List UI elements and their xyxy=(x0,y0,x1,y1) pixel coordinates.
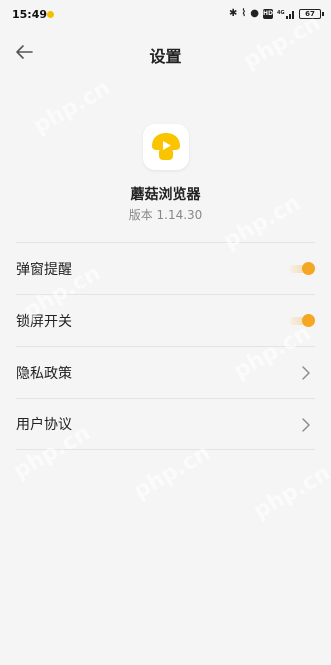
setting-user-agreement[interactable]: 用户协议 xyxy=(16,398,315,450)
signal-icon: 4G xyxy=(277,8,295,19)
setting-label: 弹窗提醒 xyxy=(16,261,72,278)
chevron-right-icon xyxy=(302,366,310,380)
toggle-knob xyxy=(302,262,315,275)
setting-label: 用户协议 xyxy=(16,417,72,433)
app-logo xyxy=(143,124,189,170)
status-time: 15:49 xyxy=(12,8,48,21)
watermark: php.cn xyxy=(129,440,215,505)
watermark: php.cn xyxy=(249,460,331,525)
status-icons: ✱ ⌇ ● HD 4G 67 xyxy=(228,8,324,19)
page-title: 设置 xyxy=(149,47,182,66)
lockscreen-toggle[interactable] xyxy=(289,314,315,328)
battery-icon: 67 xyxy=(299,8,324,19)
alarm-icon: ● xyxy=(250,8,259,19)
status-bar: 15:49 ✱ ⌇ ● HD 4G 67 xyxy=(0,0,331,30)
settings-screen: 15:49 ✱ ⌇ ● HD 4G 67 设置 蘑菇浏览器 版本 1.14.30… xyxy=(0,0,331,665)
app-name: 蘑菇浏览器 xyxy=(130,187,201,203)
notification-dot-icon xyxy=(47,11,54,18)
setting-privacy-policy[interactable]: 隐私政策 xyxy=(16,346,315,398)
app-version: 版本 1.14.30 xyxy=(128,208,203,222)
watermark: php.cn xyxy=(29,75,115,140)
network-type: 4G xyxy=(277,10,285,16)
chevron-right-icon xyxy=(302,418,310,432)
setting-label: 隐私政策 xyxy=(16,365,72,382)
bluetooth-icon: ✱ xyxy=(228,8,238,19)
setting-popup-reminder[interactable]: 弹窗提醒 xyxy=(16,242,315,294)
nav-bar: 设置 xyxy=(0,30,331,76)
mushroom-play-logo-icon xyxy=(152,133,180,160)
popup-reminder-toggle[interactable] xyxy=(289,262,315,276)
vibrate-icon: ⌇ xyxy=(241,8,247,19)
setting-lockscreen-switch[interactable]: 锁屏开关 xyxy=(16,294,315,346)
hd-icon: HD xyxy=(263,8,274,19)
toggle-knob xyxy=(302,314,315,327)
setting-label: 锁屏开关 xyxy=(16,313,72,330)
settings-list: 弹窗提醒 锁屏开关 隐私政策 用户协议 xyxy=(16,242,315,450)
